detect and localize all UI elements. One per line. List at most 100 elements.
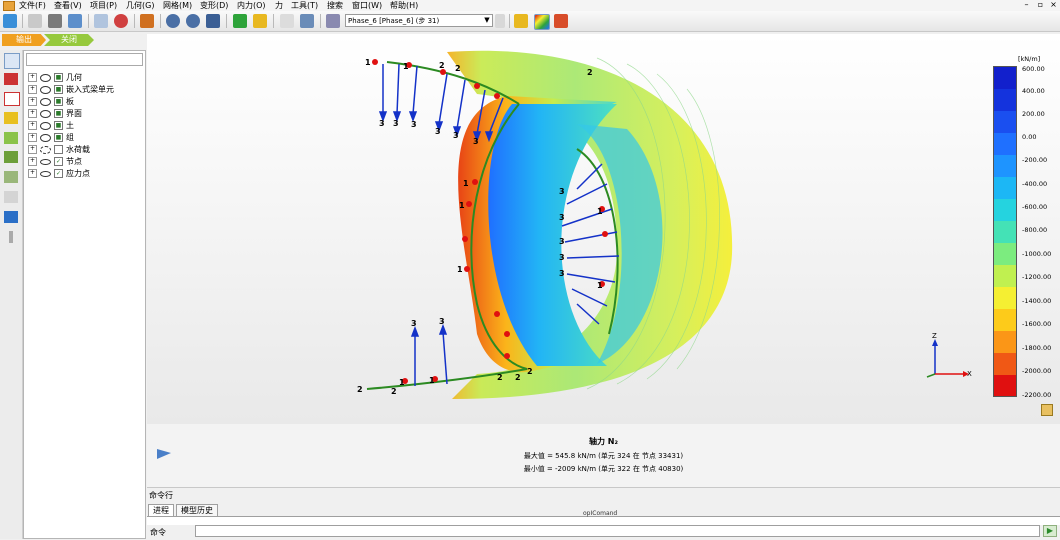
legend-swatch [994,133,1016,155]
plane-tool-icon[interactable] [4,132,18,144]
chevron-down-icon[interactable]: ▼ [482,15,492,26]
close-window-button[interactable]: × [1048,0,1059,10]
shadings-icon[interactable] [534,14,550,30]
axis-triad [926,339,969,378]
legend-swatch [994,243,1016,265]
tree-item-soil[interactable]: + ■ 土 [28,120,74,131]
ruler-icon[interactable] [9,231,13,243]
svg-text:2: 2 [391,387,397,396]
menu-forces[interactable]: 内力(O) [237,0,266,11]
run-command-icon[interactable]: ▶ [1043,525,1057,537]
phase-list-icon[interactable] [326,14,340,28]
tree-item-stress-points[interactable]: + ✓ 应力点 [28,168,90,179]
eye-closed-icon [40,158,51,165]
legend-label: 0.00 [1022,133,1037,141]
svg-text:1: 1 [365,58,371,67]
tree-item-geometry[interactable]: + ■ 几何 [28,72,82,83]
rotate-view-icon[interactable] [140,14,154,28]
info-icon[interactable] [4,211,18,223]
select-cursor-icon[interactable] [4,53,20,69]
svg-text:3: 3 [411,120,417,129]
legend-label: -1800.00 [1022,344,1052,352]
menu-help[interactable]: 帮助(H) [390,0,418,11]
step-spinner[interactable] [495,14,505,28]
legend-label: -800.00 [1022,226,1048,234]
minimize-button[interactable]: – [1021,0,1032,10]
print-icon[interactable] [48,14,62,28]
eye-hidden-icon [40,145,51,154]
svg-text:3: 3 [435,127,441,136]
curve-tool-icon[interactable] [4,171,18,183]
draw-scale-icon[interactable] [280,14,294,28]
legend-label: -1200.00 [1022,273,1052,281]
svg-text:1: 1 [597,207,603,216]
lock-icon[interactable] [1041,404,1053,416]
light-icon[interactable] [253,14,267,28]
tree-item-interfaces[interactable]: + ■ 界面 [28,108,82,119]
tool-column [0,50,23,539]
svg-text:3: 3 [393,119,399,128]
menu-search[interactable]: 搜索 [327,0,343,11]
contour-icon[interactable] [554,14,568,28]
cross-section-icon[interactable] [4,112,18,124]
tree-item-groups[interactable]: + ■ 组 [28,132,74,143]
zoom-in-icon[interactable] [166,14,180,28]
zoom-extents-icon[interactable] [206,14,220,28]
result-max: 最大值 = 545.8 kN/m (单元 324 在 节点 33431) [523,452,684,460]
layer-tool-icon[interactable] [4,151,18,163]
pan-icon[interactable] [233,14,247,28]
legend-swatch [994,309,1016,331]
table-icon[interactable] [300,14,314,28]
arrows-view-icon[interactable] [514,14,528,28]
tree-item-plates[interactable]: + ■ 板 [28,96,74,107]
svg-text:1: 1 [463,179,469,188]
menu-tools[interactable]: 工具(T) [291,0,318,11]
legend-swatch [994,155,1016,177]
menu-file[interactable]: 文件(F) [19,0,46,11]
legend-swatch [994,375,1016,396]
result-min: 最小值 = -2009 kN/m (单元 322 在 节点 40830) [523,465,684,473]
menu-deformation[interactable]: 变形(D) [200,0,228,11]
tree-search-input[interactable] [26,53,143,66]
svg-text:3: 3 [559,253,565,262]
model-viewport[interactable]: 1 1 2 2 2 3 3 3 3 3 3 1 1 1 3 3 3 3 3 1 … [147,34,1060,424]
legend-label: -1600.00 [1022,320,1052,328]
tree-item-water-loads[interactable]: + 水荷载 [28,144,90,155]
phase-select[interactable]: Phase_6 [Phase_6] (步 31) ▼ [345,14,493,27]
tree-item-embedded-beam[interactable]: + ■ 嵌入式梁单元 [28,84,114,95]
menu-project[interactable]: 项目(P) [90,0,117,11]
eye-icon [40,97,51,106]
menu-force[interactable]: 力 [275,0,283,11]
copy-icon[interactable] [28,14,42,28]
result-info-pane: 轴力 N₂ 最大值 = 545.8 kN/m (单元 324 在 节点 3343… [147,424,1060,487]
print-preview-icon[interactable] [68,14,82,28]
breadcrumb-close[interactable]: 关闭 [44,34,94,46]
restore-button[interactable]: ▫ [1035,0,1046,10]
open-project-icon[interactable] [3,14,17,28]
legend-swatch [994,331,1016,353]
legend-label: -2200.00 [1022,391,1052,399]
eye-closed-icon [40,170,51,177]
legend-label: -1000.00 [1022,250,1052,258]
menu-mesh[interactable]: 网格(M) [163,0,192,11]
legend-label: -400.00 [1022,180,1048,188]
menu-geometry[interactable]: 几何(G) [126,0,154,11]
svg-text:1: 1 [597,281,603,290]
export-image-icon[interactable] [94,14,108,28]
section-icon[interactable] [114,14,128,28]
menu-window[interactable]: 窗口(W) [352,0,382,11]
legend-label: -600.00 [1022,203,1048,211]
legend-swatch [994,111,1016,133]
tree-item-nodes[interactable]: + ✓ 节点 [28,156,82,167]
plate-tool-icon[interactable] [4,73,18,85]
menu-view[interactable]: 查看(V) [54,0,82,11]
node-select-icon[interactable] [4,92,20,106]
svg-text:3: 3 [559,213,565,222]
svg-text:1: 1 [403,62,409,71]
svg-text:3: 3 [559,237,565,246]
legend-label: -2000.00 [1022,367,1052,375]
zoom-out-icon[interactable] [186,14,200,28]
breadcrumb-output[interactable]: 输出 [2,34,46,46]
svg-text:2: 2 [515,373,521,382]
command-input[interactable] [195,525,1040,537]
